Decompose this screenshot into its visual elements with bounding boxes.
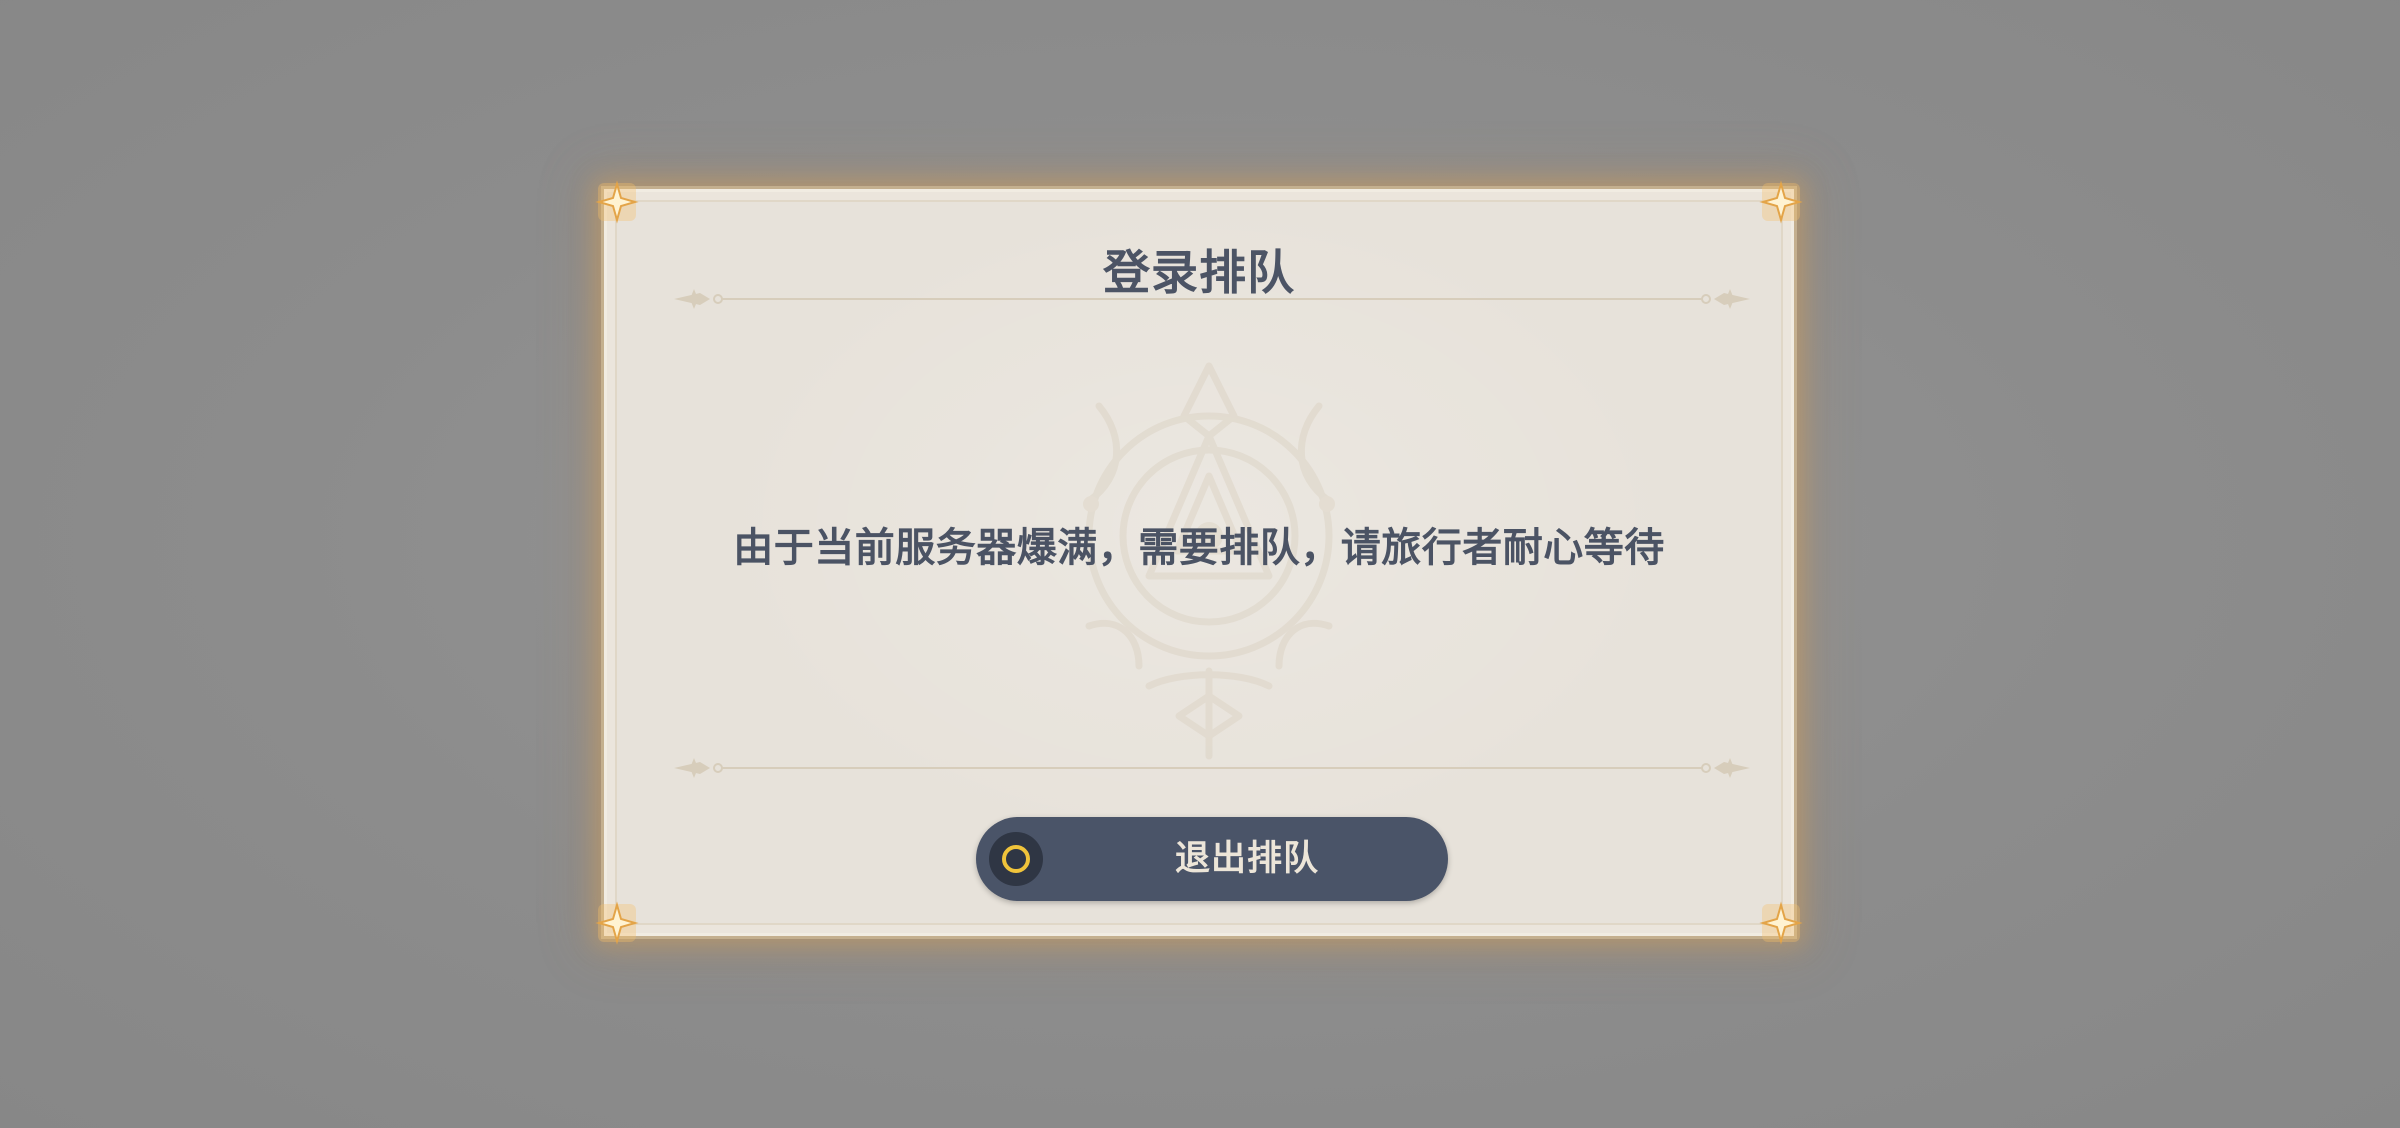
circle-confirm-ring bbox=[1002, 845, 1030, 873]
exit-queue-button[interactable]: 退出排队 bbox=[976, 817, 1448, 901]
exit-queue-label: 退出排队 bbox=[1174, 839, 1319, 879]
dialog-panel: 登录排队 由于当前服务器爆满，需要排队，请旅行者耐心等待 退出排队 bbox=[615, 200, 1783, 925]
queue-message: 由于当前服务器爆满，需要排队，请旅行者耐心等待 bbox=[733, 525, 1665, 571]
gold-star-corner-icon bbox=[595, 180, 639, 224]
gold-star-corner-icon bbox=[1759, 180, 1803, 224]
circle-confirm-icon bbox=[989, 832, 1043, 886]
gold-star-corner-icon bbox=[595, 901, 639, 945]
gold-star-corner-icon bbox=[1759, 901, 1803, 945]
ornamental-divider-icon bbox=[674, 289, 1750, 309]
login-queue-dialog: 登录排队 由于当前服务器爆满，需要排队，请旅行者耐心等待 退出排队 bbox=[595, 180, 1803, 945]
ornamental-divider-icon bbox=[674, 758, 1750, 778]
